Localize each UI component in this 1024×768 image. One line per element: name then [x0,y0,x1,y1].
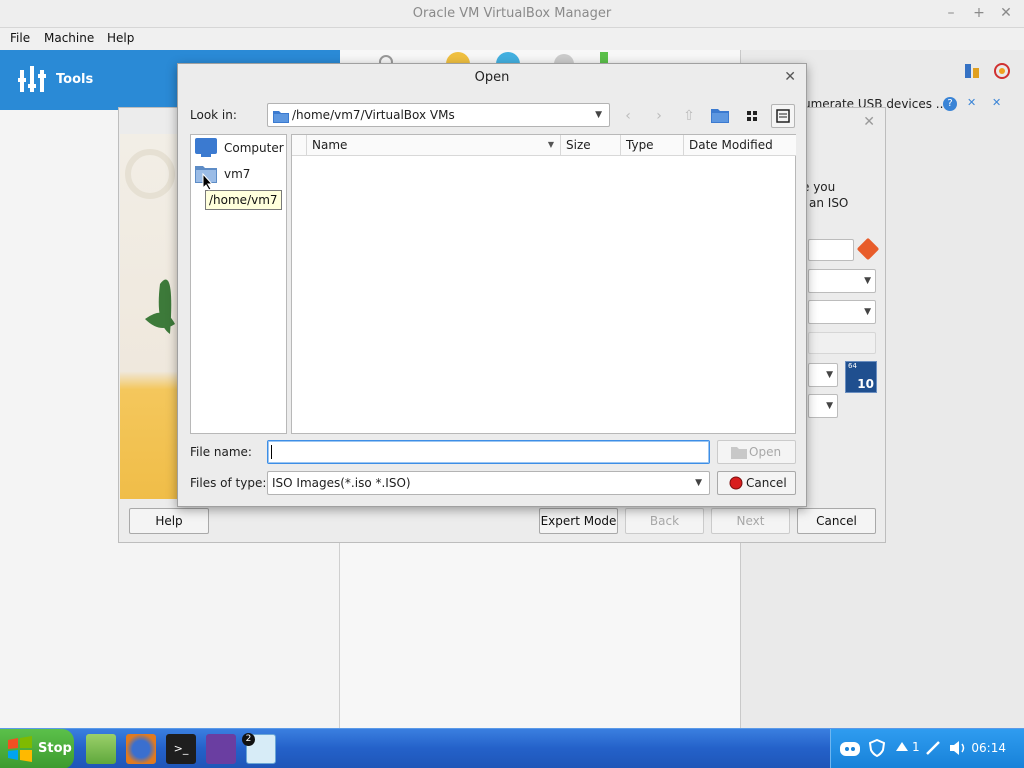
dismiss-icon[interactable]: ✕ [967,96,976,109]
folder-open-icon [731,447,747,459]
chevron-down-icon: ▼ [595,110,602,120]
volume-icon[interactable] [949,740,969,756]
clock[interactable]: 06:14 [971,741,1006,755]
wizard-help-button[interactable]: Help [129,508,209,534]
wizard-version-combo[interactable]: ▼ [808,394,838,418]
back-button[interactable]: Back [625,508,704,534]
menubar: File Machine Help [0,28,1024,50]
file-list[interactable]: Name ▼ Size Type Date Modified [291,134,796,434]
network-icon[interactable] [925,740,941,756]
wizard-description-line2: an ISO [809,196,849,210]
file-name-input[interactable] [267,440,710,464]
window-title: Oracle VM VirtualBox Manager [412,6,612,21]
minimize-icon[interactable]: – [942,4,960,22]
wizard-type-combo[interactable]: ▼ [808,363,838,387]
cancel-icon [729,476,743,490]
file-name-label: File name: [190,445,252,459]
wizard-iso-combo[interactable]: ▼ [808,300,876,324]
detail-view-icon[interactable] [771,104,795,128]
computer-icon [195,138,217,157]
column-date-modified[interactable]: Date Modified [684,135,796,156]
open-file-dialog: Open ✕ Look in: /home/vm7/VirtualBox VMs… [177,63,807,507]
folder-icon [273,111,289,123]
chevron-down-icon: ▼ [695,478,702,488]
files-of-type-label: Files of type: [190,476,267,490]
place-tooltip: /home/vm7 [205,190,282,210]
place-computer[interactable]: Computer [195,138,285,160]
maximize-icon[interactable]: + [970,4,988,22]
taskbar: Stop >_ 2 1 06:14 [0,728,1024,768]
look-in-label: Look in: [190,108,237,122]
next-button[interactable]: Next [711,508,790,534]
new-folder-icon[interactable] [711,107,729,123]
look-in-combo[interactable]: /home/vm7/VirtualBox VMs ▼ [267,103,610,127]
refresh-icon[interactable] [993,62,1011,80]
cancel-button[interactable]: Cancel [717,471,796,495]
headphones-icon[interactable] [206,734,236,764]
firefox-icon[interactable] [126,734,156,764]
open-dialog-close-icon[interactable]: ✕ [784,69,796,85]
main-titlebar: Oracle VM VirtualBox Manager – + ✕ [0,0,1024,28]
wizard-folder-combo[interactable]: ▼ [808,269,876,293]
files-of-type-combo[interactable]: ISO Images(*.iso *.ISO) ▼ [267,471,710,495]
close-icon[interactable]: ✕ [997,4,1015,22]
tools-icon [18,66,46,92]
menu-help[interactable]: Help [107,31,134,45]
warning-icon [856,237,880,261]
close-notification-icon[interactable]: ✕ [992,96,1001,109]
tray-count: 1 [912,740,920,754]
window-count-badge: 2 [242,733,255,746]
expert-mode-button[interactable]: Expert Mode [539,508,618,534]
column-spacer [292,135,307,156]
column-size[interactable]: Size [561,135,621,156]
tools-label: Tools [56,72,94,87]
wizard-close-icon[interactable]: ✕ [863,114,875,130]
menu-file[interactable]: File [10,31,30,45]
up-icon[interactable]: ⇧ [677,104,701,128]
help-icon[interactable]: ? [943,97,957,111]
wizard-name-field[interactable] [808,239,854,261]
start-button[interactable]: Stop [0,729,74,768]
open-dialog-title: Open [474,70,510,85]
discord-icon[interactable] [839,740,861,758]
forward-icon[interactable]: › [647,104,671,128]
wizard-cancel-button[interactable]: Cancel [797,508,876,534]
back-icon[interactable]: ‹ [616,104,640,128]
column-type[interactable]: Type [621,135,684,156]
mouse-cursor-icon [202,173,214,191]
shield-icon[interactable] [869,739,885,757]
update-icon[interactable] [893,739,911,757]
windows-logo-icon [8,736,32,762]
open-button[interactable]: Open [717,440,796,464]
column-name[interactable]: Name ▼ [307,135,561,156]
os-type-icon: 64 10 [845,361,877,393]
terminal-icon[interactable]: >_ [166,734,196,764]
system-tray: 1 06:14 [830,729,1024,768]
sort-down-icon: ▼ [547,140,554,149]
wizard-edition-combo[interactable] [808,332,876,354]
global-tools-icon[interactable] [963,62,981,80]
menu-machine[interactable]: Machine [44,31,94,45]
list-view-icon[interactable] [740,104,764,128]
wizard-artwork [120,134,180,499]
file-manager-icon[interactable] [86,734,116,764]
